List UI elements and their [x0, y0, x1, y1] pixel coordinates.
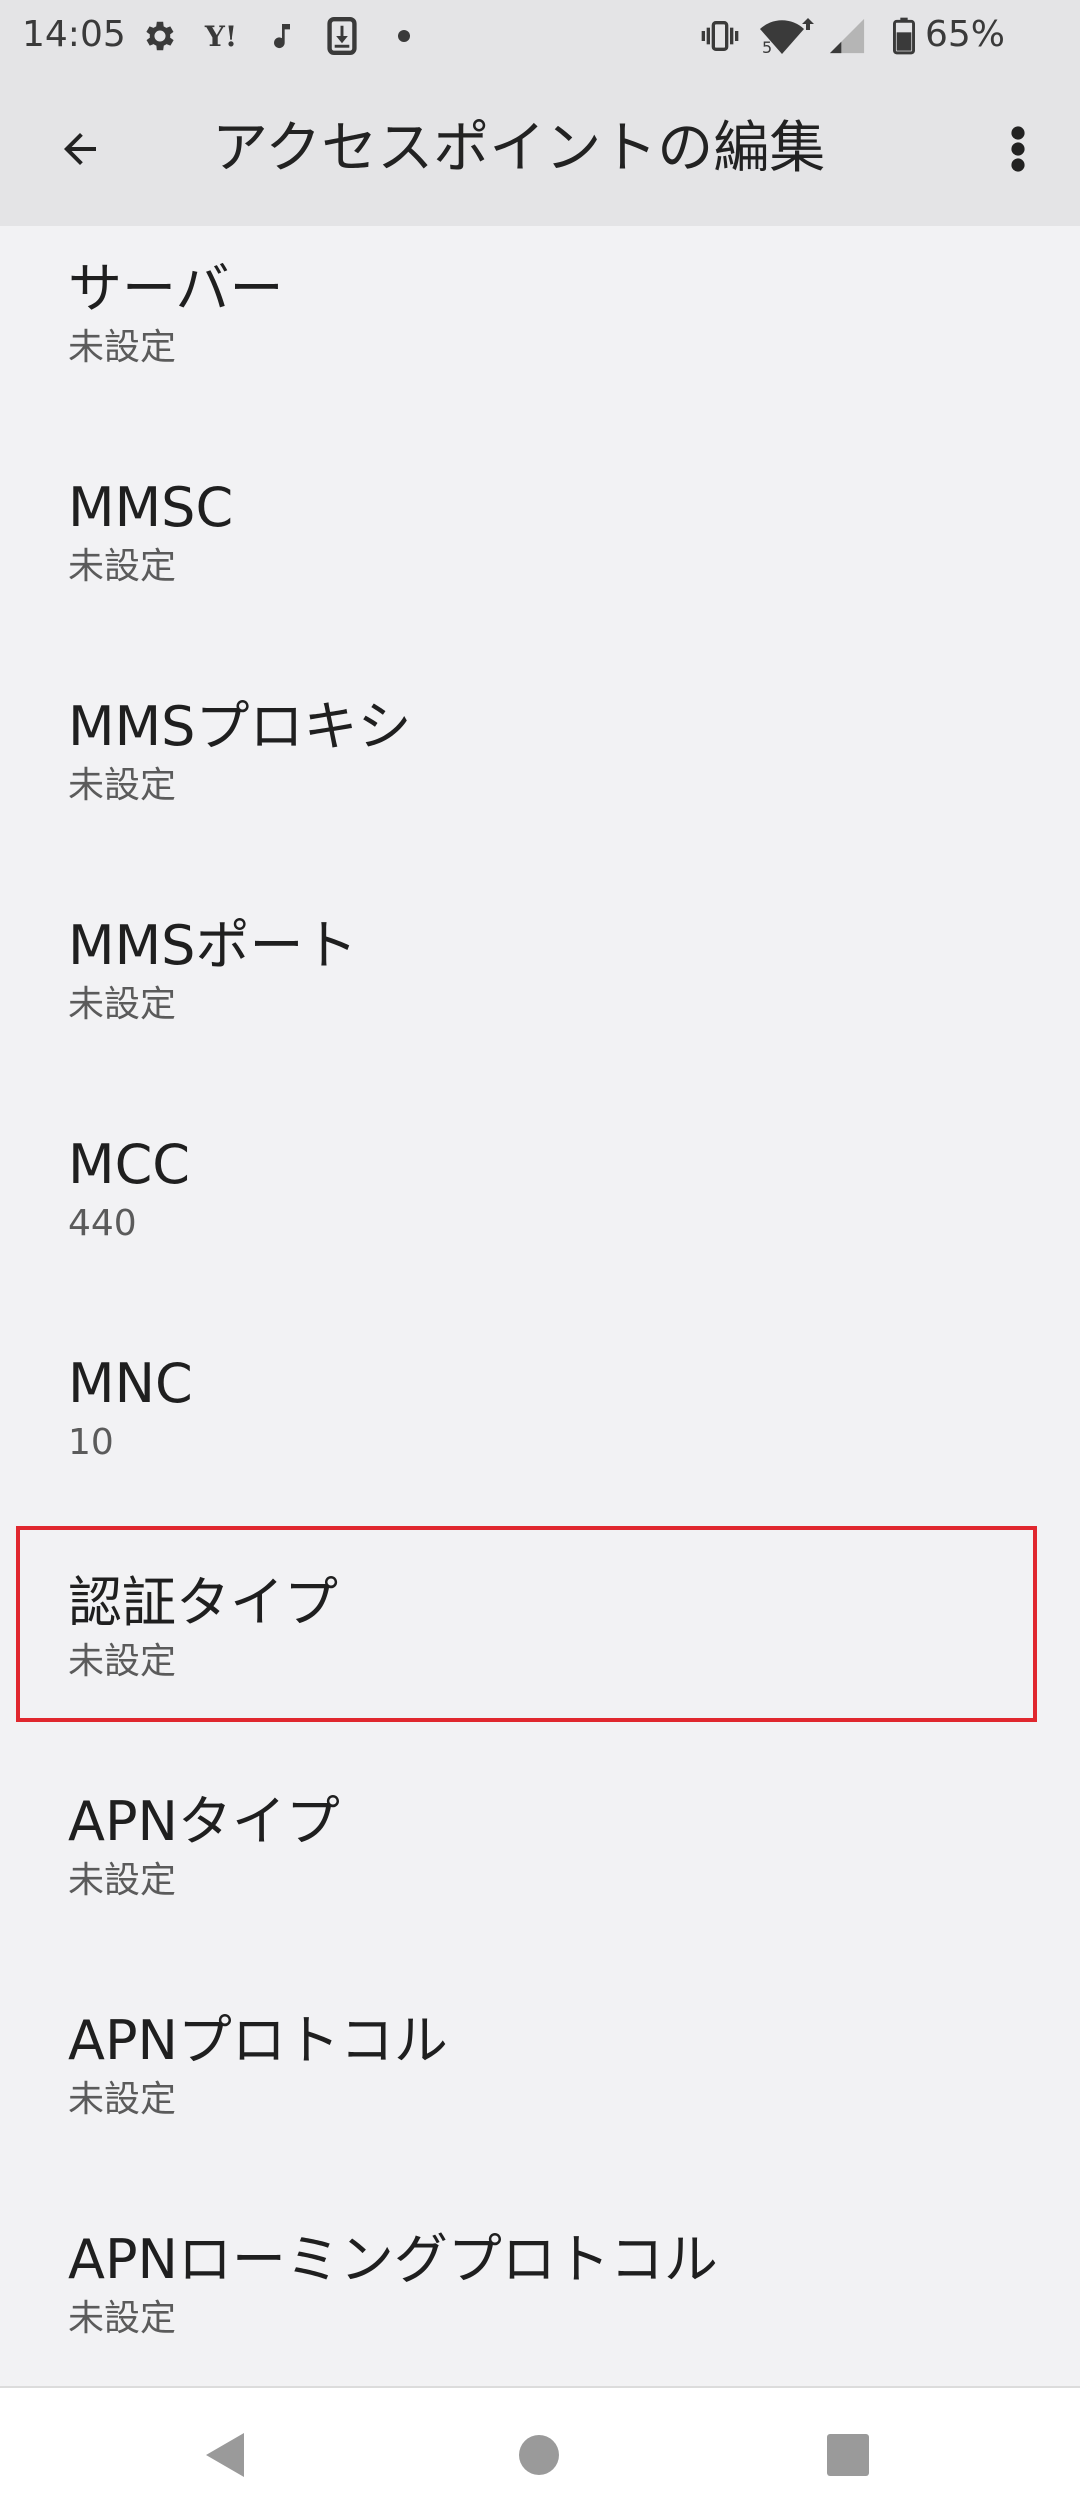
screen: 14:05 Y! 5 65% アクセスポイントの編集 サーバー 未設定 MMSC…: [0, 0, 1080, 2520]
triangle-back-icon: [206, 2433, 244, 2477]
item-title: MMSポート: [68, 914, 358, 977]
download-icon: [322, 14, 362, 58]
item-title: サーバー: [68, 257, 284, 320]
arrow-back-icon: [64, 133, 96, 165]
navigation-bar: [0, 2386, 1080, 2520]
item-value: 未設定: [68, 2079, 177, 2120]
battery-icon: [888, 14, 920, 58]
item-title: APNプロトコル: [68, 2009, 448, 2072]
nav-home-button[interactable]: [494, 2410, 584, 2500]
list-item-mmsc[interactable]: MMSC 未設定: [0, 445, 1080, 664]
list-item-mms-port[interactable]: MMSポート 未設定: [0, 883, 1080, 1102]
app-bar: アクセスポイントの編集: [0, 72, 1080, 226]
list-item-apn-roaming-protocol[interactable]: APNローミングプロトコル 未設定: [0, 2197, 1080, 2416]
recents-square-icon: [827, 2434, 869, 2476]
dot-icon: [394, 14, 414, 58]
status-bar: 14:05 Y! 5 65%: [0, 0, 1080, 72]
vibrate-icon: [698, 14, 742, 58]
status-time: 14:05: [22, 14, 126, 55]
item-value: 未設定: [68, 765, 177, 806]
yahoo-icon: Y!: [204, 19, 238, 53]
item-title: MMSプロキシ: [68, 695, 412, 758]
wifi-icon: 5: [758, 14, 818, 58]
list-item-apn-type[interactable]: APNタイプ 未設定: [0, 1759, 1080, 1978]
item-value: 未設定: [68, 546, 177, 587]
list-item-apn-protocol[interactable]: APNプロトコル 未設定: [0, 1978, 1080, 2197]
list-item-mms-proxy[interactable]: MMSプロキシ 未設定: [0, 664, 1080, 883]
item-value: 未設定: [68, 1860, 177, 1901]
battery-percent: 65%: [925, 14, 1006, 55]
wifi-badge: 5: [762, 38, 773, 57]
highlight-box: [16, 1526, 1037, 1722]
item-value: 未設定: [68, 984, 177, 1025]
item-value: 440: [68, 1203, 137, 1244]
item-title: MCC: [68, 1133, 191, 1196]
home-circle-icon: [519, 2435, 559, 2475]
signal-icon: [822, 14, 872, 58]
list-item-mcc[interactable]: MCC 440: [0, 1102, 1080, 1321]
gear-icon: [138, 14, 182, 58]
music-note-icon: [262, 14, 302, 58]
item-title: APNタイプ: [68, 1790, 340, 1853]
item-title: MMSC: [68, 476, 234, 539]
nav-back-button[interactable]: [180, 2410, 270, 2500]
list-item-server[interactable]: サーバー 未設定: [0, 226, 1080, 445]
nav-recents-button[interactable]: [803, 2410, 893, 2500]
back-button[interactable]: [40, 109, 120, 189]
item-title: MNC: [68, 1352, 193, 1415]
item-value: 未設定: [68, 2298, 177, 2339]
more-options-button[interactable]: [978, 109, 1058, 189]
item-value: 未設定: [68, 327, 177, 368]
more-vert-icon: [1011, 126, 1025, 172]
item-value: 10: [68, 1422, 114, 1463]
list-item-mnc[interactable]: MNC 10: [0, 1321, 1080, 1540]
item-title: APNローミングプロトコル: [68, 2228, 718, 2291]
page-title: アクセスポイントの編集: [212, 116, 826, 181]
